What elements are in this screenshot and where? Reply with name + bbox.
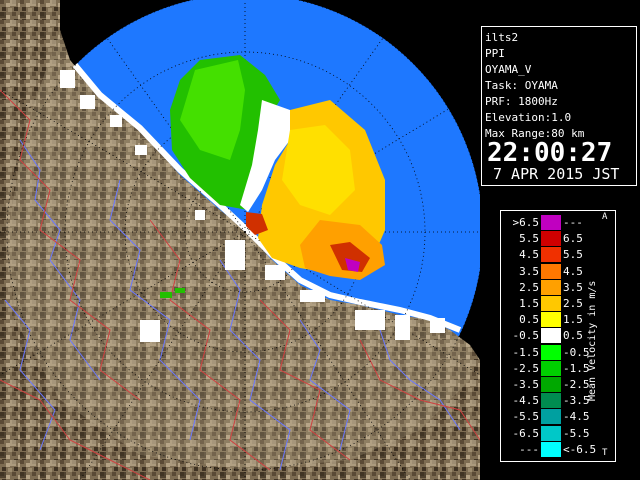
legend-swatch bbox=[541, 344, 561, 360]
legend-row-lower: 0.5 bbox=[519, 313, 539, 327]
legend-row-lower: -0.5 bbox=[512, 329, 540, 343]
info-line-mode: PPI bbox=[485, 47, 505, 60]
info-line-product: OYAMA_V bbox=[485, 63, 532, 76]
legend-row-lower: 5.5 bbox=[519, 232, 539, 246]
legend-row-lower: -3.5 bbox=[512, 378, 540, 391]
legend-swatch bbox=[541, 425, 561, 441]
legend-row-lower: -1.5 bbox=[512, 345, 540, 359]
radar-ppi-display[interactable] bbox=[0, 0, 480, 480]
legend-row-lower: -6.5 bbox=[512, 426, 540, 440]
legend-row-lower: 4.5 bbox=[519, 248, 539, 262]
legend-swatch bbox=[541, 215, 561, 230]
legend-row-lower: -4.5 bbox=[512, 394, 540, 408]
legend-row-lower: 3.5 bbox=[519, 264, 539, 278]
legend-title: Mean Velocity in m/s bbox=[587, 280, 598, 402]
legend-row-lower: -2.5 bbox=[512, 361, 540, 375]
legend-swatch bbox=[541, 312, 561, 328]
date-display: 7 APR 2015 JST bbox=[493, 165, 620, 183]
legend-row-lower: -5.5 bbox=[512, 410, 540, 424]
legend-swatch bbox=[541, 279, 561, 295]
legend-swatch bbox=[541, 328, 561, 344]
legend-swatch bbox=[541, 393, 561, 409]
legend-bottom-mark: T bbox=[602, 448, 608, 458]
legend-swatch bbox=[541, 377, 561, 392]
legend-row-lower: 1.5 bbox=[519, 297, 539, 310]
legend-row-lower: --- bbox=[519, 442, 539, 456]
info-line-prf: PRF: 1800Hz bbox=[485, 95, 558, 108]
legend-row-lower: >6.5 bbox=[512, 216, 540, 229]
legend-swatch bbox=[541, 263, 561, 279]
info-line-task: Task: OYAMA bbox=[485, 79, 558, 92]
legend-top-mark: A bbox=[602, 212, 608, 222]
legend-swatch bbox=[541, 360, 561, 376]
legend-swatch bbox=[541, 409, 561, 425]
info-line-elevation: Elevation:1.0 bbox=[485, 111, 572, 124]
legend-row-lower: 2.5 bbox=[519, 280, 539, 294]
legend-swatch bbox=[541, 231, 561, 247]
info-line-radar: ilts2 bbox=[485, 31, 519, 44]
time-display: 22:00:27 bbox=[487, 138, 613, 168]
legend-swatch bbox=[541, 441, 561, 457]
legend-swatch bbox=[541, 247, 561, 263]
legend-swatch bbox=[541, 296, 561, 311]
